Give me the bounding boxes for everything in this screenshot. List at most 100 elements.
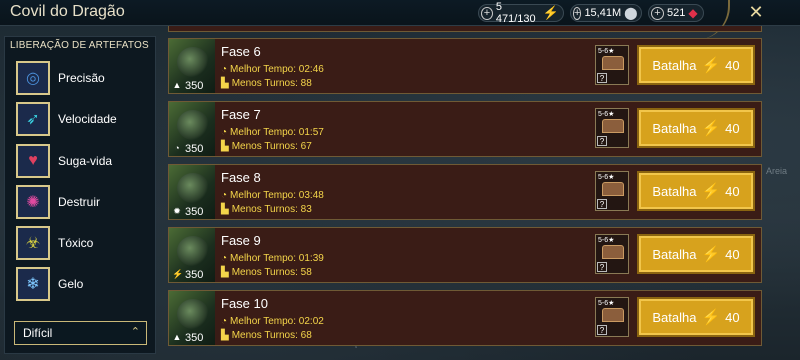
- dragon-icon: [177, 173, 209, 203]
- page-title: Covil do Dragão: [10, 3, 125, 20]
- best-time: ◔ Melhor Tempo: 01:57: [221, 127, 324, 138]
- turns-value: 88: [300, 78, 312, 89]
- turns-label: Menos Turnos:: [231, 204, 298, 215]
- chest-icon: [602, 182, 624, 196]
- fewest-turns: ▙ Menos Turnos: 67: [221, 141, 312, 152]
- turns-label: Menos Turnos:: [231, 267, 298, 278]
- sidebar-item-toxic[interactable]: ☣ Tóxico: [16, 225, 146, 261]
- chest-icon: [602, 308, 624, 322]
- fewest-turns: ▙ Menos Turnos: 68: [221, 330, 312, 341]
- boot-icon: ▙: [221, 141, 229, 152]
- energy-resource[interactable]: + 5 471/130 ⚡: [478, 1, 564, 25]
- stage-boss-thumbnail: ▲ 350: [169, 39, 215, 93]
- silver-resource[interactable]: + 15,41M ⬤: [570, 4, 642, 22]
- battle-button[interactable]: Batalha ⚡ 40: [637, 108, 755, 148]
- frost-icon: ❄: [16, 267, 50, 301]
- turns-label: Menos Turnos:: [231, 141, 298, 152]
- chest-icon: [602, 245, 624, 259]
- battle-label: Batalha: [652, 309, 697, 325]
- battle-label: Batalha: [652, 57, 697, 73]
- best-time-value: 03:48: [298, 190, 324, 201]
- stage-row[interactable]: ⚡ 350 Fase 9 ◔ Melhor Tempo: 01:39 ▙ Menos Tur…: [168, 227, 762, 283]
- stage-row[interactable]: ▲ 350 Fase 10 ◔ Melhor Tempo: 02:02 ▙ Menos Tu…: [168, 290, 762, 346]
- clock-icon: ◔: [221, 127, 228, 138]
- battle-button[interactable]: Batalha ⚡ 40: [637, 234, 755, 274]
- battle-button[interactable]: Batalha ⚡ 40: [637, 45, 755, 85]
- stage-boss-thumbnail: ✹ 350: [169, 165, 215, 219]
- best-time-value: 01:39: [298, 253, 324, 264]
- lifesteal-icon: ♥: [16, 144, 50, 178]
- close-icon[interactable]: ✕: [746, 2, 766, 23]
- stage-row[interactable]: ✹ 350 Fase 8 ◔ Melhor Tempo: 03:48 ▙ Menos Tur…: [168, 164, 762, 220]
- best-time-label: Melhor Tempo:: [230, 316, 297, 327]
- reward-chest[interactable]: 5-6★?: [595, 234, 629, 274]
- reward-chest[interactable]: 5-6★?: [595, 45, 629, 85]
- energy-bolt-icon: ⚡: [701, 57, 721, 74]
- affinity-icon: ▲: [172, 332, 182, 342]
- reward-tier: 5-6★: [598, 174, 615, 181]
- stage-power: 350: [185, 332, 204, 344]
- best-time-label: Melhor Tempo:: [230, 190, 297, 201]
- stage-row-partial: [168, 26, 762, 32]
- sidebar-item-label: Suga-vida: [58, 154, 113, 168]
- reward-tier: 5-6★: [598, 111, 615, 118]
- difficulty-dropdown[interactable]: Difícil ⌃: [14, 321, 147, 345]
- stage-boss-thumbnail: ▲ 350: [169, 291, 215, 345]
- stage-name: Fase 8: [221, 170, 261, 185]
- add-energy-icon[interactable]: +: [481, 6, 493, 20]
- energy-bolt-icon: ⚡: [542, 5, 559, 20]
- turns-value: 83: [300, 204, 312, 215]
- stage-row[interactable]: ◔ 350 Fase 7 ◔ Melhor Tempo: 01:57 ▙ Menos Tur…: [168, 101, 762, 157]
- turns-label: Menos Turnos:: [231, 330, 298, 341]
- energy-value: 5 471/130: [495, 1, 536, 25]
- difficulty-selected: Difícil: [23, 326, 53, 340]
- energy-cost: 40: [725, 309, 740, 325]
- boot-icon: ▙: [221, 204, 229, 215]
- sidebar-heading: LIBERAÇÃO DE ARTEFATOS: [10, 40, 149, 51]
- stage-power: 350: [185, 206, 204, 218]
- best-time: ◔ Melhor Tempo: 01:39: [221, 253, 324, 264]
- best-time-value: 01:57: [298, 127, 324, 138]
- sidebar-item-label: Gelo: [58, 277, 84, 291]
- battle-button[interactable]: Batalha ⚡ 40: [637, 171, 755, 211]
- best-time-value: 02:02: [298, 316, 324, 327]
- sidebar-item-label: Velocidade: [58, 112, 117, 126]
- top-bar: Covil do Dragão + 5 471/130 ⚡ + 15,41M ⬤…: [0, 0, 800, 26]
- stage-name: Fase 10: [221, 296, 268, 311]
- battle-label: Batalha: [652, 246, 697, 262]
- reward-chest[interactable]: 5-6★?: [595, 171, 629, 211]
- destroy-icon: ✺: [16, 185, 50, 219]
- sidebar-item-frost[interactable]: ❄ Gelo: [16, 266, 146, 302]
- gem-value: 521: [667, 7, 686, 19]
- reward-chest[interactable]: 5-6★?: [595, 108, 629, 148]
- clock-icon: ◔: [221, 190, 228, 201]
- add-gem-icon[interactable]: +: [651, 6, 664, 20]
- boot-icon: ▙: [221, 78, 229, 89]
- best-time-label: Melhor Tempo:: [230, 127, 297, 138]
- stage-power: 350: [185, 269, 204, 281]
- best-time-value: 02:46: [298, 64, 324, 75]
- battle-button[interactable]: Batalha ⚡ 40: [637, 297, 755, 337]
- dragon-icon: [177, 236, 209, 266]
- affinity-icon: ▲: [172, 80, 182, 90]
- turns-label: Menos Turnos:: [231, 78, 298, 89]
- sidebar-item-speed[interactable]: ➶ Velocidade: [16, 101, 146, 137]
- silver-coin-icon: ⬤: [624, 6, 638, 20]
- fewest-turns: ▙ Menos Turnos: 58: [221, 267, 312, 278]
- question-icon: ?: [597, 199, 607, 209]
- fewest-turns: ▙ Menos Turnos: 88: [221, 78, 312, 89]
- reward-tier: 5-6★: [598, 237, 615, 244]
- sidebar-item-label: Tóxico: [58, 236, 94, 250]
- energy-cost: 40: [725, 246, 740, 262]
- add-silver-icon[interactable]: +: [573, 6, 582, 20]
- best-time: ◔ Melhor Tempo: 02:46: [221, 64, 324, 75]
- best-time: ◔ Melhor Tempo: 02:02: [221, 316, 324, 327]
- reward-chest[interactable]: 5-6★?: [595, 297, 629, 337]
- sidebar-item-destroy[interactable]: ✺ Destruir: [16, 184, 146, 220]
- best-time: ◔ Melhor Tempo: 03:48: [221, 190, 324, 201]
- battle-label: Batalha: [652, 120, 697, 136]
- sidebar-item-lifesteal[interactable]: ♥ Suga-vida: [16, 143, 146, 179]
- stage-name: Fase 9: [221, 233, 261, 248]
- sidebar-item-accuracy[interactable]: ◎ Precisão: [16, 60, 146, 96]
- stage-row[interactable]: ▲ 350 Fase 6 ◔ Melhor Tempo: 02:46 ▙ Menos Tur…: [168, 38, 762, 94]
